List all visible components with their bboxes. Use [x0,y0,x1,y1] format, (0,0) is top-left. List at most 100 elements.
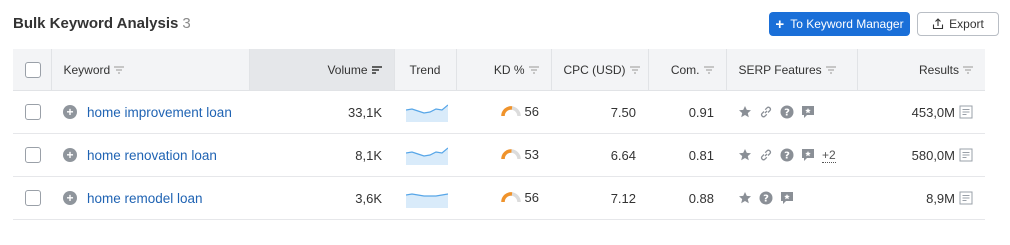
column-label: Keyword [63,62,111,77]
question-icon: ? [780,105,794,119]
svg-text:?: ? [763,194,769,205]
question-icon: ? [780,148,794,162]
review-icon [802,106,814,118]
row-checkbox[interactable] [25,104,41,121]
column-label: SERP Features [738,62,822,77]
cpc-cell: 7.12 [551,176,648,220]
svg-text:?: ? [784,151,790,162]
star-icon [739,149,751,161]
column-label: Results [918,62,959,77]
results-value: 8,9M [926,190,955,206]
cpc-cell: 6.64 [551,133,648,177]
sort-icon [629,66,640,74]
question-icon: ? [759,191,773,205]
keyword-link[interactable]: home remodel loan [87,191,203,206]
row-checkbox[interactable] [25,190,41,207]
to-keyword-manager-button[interactable]: + To Keyword Manager [769,12,910,36]
cpc-cell: 7.50 [551,90,648,134]
link-icon [760,106,772,118]
serp-snapshot-icon[interactable] [959,105,973,119]
column-label: Trend [409,62,441,77]
export-label: Export [949,17,984,31]
add-keyword-icon[interactable]: + [63,105,77,119]
trend-sparkline [406,104,448,122]
column-header-keyword[interactable]: Keyword [50,49,249,91]
results-cell: 8,9M [857,176,985,220]
trend-sparkline [406,193,448,208]
column-label: Com. [670,62,700,77]
kd-gauge-icon [500,149,521,160]
table-header-row: Keyword Volume Trend KD % CPC (USD) Com.… [13,49,985,91]
row-select-cell [13,176,51,220]
column-label: CPC (USD) [563,62,626,77]
column-header-results[interactable]: Results [856,49,985,91]
column-header-trend: Trend [393,49,456,91]
com-cell: 0.88 [648,176,726,220]
kd-value: 53 [524,146,539,162]
export-icon [933,18,944,30]
star-icon [739,192,751,204]
select-all-cell [13,49,51,91]
results-cell: 580,0M [857,133,985,177]
svg-text:?: ? [784,108,790,119]
column-header-kd[interactable]: KD % [455,49,551,91]
link-icon [760,149,772,161]
keyword-cell: + home renovation loan [51,133,249,177]
review-icon [781,192,793,204]
column-header-serp[interactable]: SERP Features [725,49,857,91]
results-cell: 453,0M [857,90,985,134]
row-checkbox[interactable] [25,147,41,164]
column-label: Volume [327,62,368,77]
star-icon [739,106,751,118]
plus-icon: + [775,15,785,33]
kd-gauge-icon [500,192,521,203]
page-title: Bulk Keyword Analysis 3 [13,15,191,32]
keyword-link[interactable]: home renovation loan [87,148,217,163]
volume-cell: 33,1K [249,90,394,134]
add-keyword-icon[interactable]: + [63,191,77,205]
column-header-com[interactable]: Com. [647,49,726,91]
kd-value: 56 [524,189,539,205]
kd-gauge-icon [500,106,521,117]
page-title-text: Bulk Keyword Analysis [13,15,179,32]
kd-cell: 56 [456,90,551,134]
results-value: 453,0M [911,104,955,120]
to-keyword-manager-label: To Keyword Manager [790,17,904,31]
volume-cell: 8,1K [249,133,394,177]
serp-snapshot-icon[interactable] [959,191,973,205]
volume-cell: 3,6K [249,176,394,220]
column-header-volume[interactable]: Volume [248,49,394,91]
sort-icon [825,66,836,74]
export-button[interactable]: Export [917,12,999,36]
serp-cell: ? +2 [726,133,857,177]
keyword-link[interactable]: home improvement loan [87,105,232,120]
trend-cell [394,90,456,134]
table-row: + home renovation loan 8,1K 53 6.64 0.81 … [13,133,985,177]
keyword-cell: + home remodel loan [51,176,249,220]
sort-icon [528,66,539,74]
trend-sparkline [406,147,448,165]
keyword-table: Keyword Volume Trend KD % CPC (USD) Com.… [13,49,985,220]
kd-cell: 53 [456,133,551,177]
select-all-checkbox[interactable] [25,61,41,78]
serp-cell: ? [726,90,857,134]
sort-descending-icon [371,66,382,75]
serp-more-link[interactable]: +2 [822,148,836,163]
row-select-cell [13,90,51,134]
keyword-cell: + home improvement loan [51,90,249,134]
column-header-cpc[interactable]: CPC (USD) [550,49,648,91]
page-header: Bulk Keyword Analysis 3 + To Keyword Mana… [13,12,999,38]
add-keyword-icon[interactable]: + [63,148,77,162]
sort-icon [963,66,973,74]
serp-cell: ? [726,176,857,220]
sort-icon [703,66,714,74]
trend-cell [394,133,456,177]
serp-snapshot-icon[interactable] [959,148,973,162]
com-cell: 0.91 [648,90,726,134]
kd-cell: 56 [456,176,551,220]
kd-value: 56 [524,103,539,119]
table-row: + home remodel loan 3,6K 56 7.12 0.88 ? 8… [13,176,985,220]
results-value: 580,0M [911,147,955,163]
trend-cell [394,176,456,220]
table-row: + home improvement loan 33,1K 56 7.50 0.9… [13,90,985,134]
